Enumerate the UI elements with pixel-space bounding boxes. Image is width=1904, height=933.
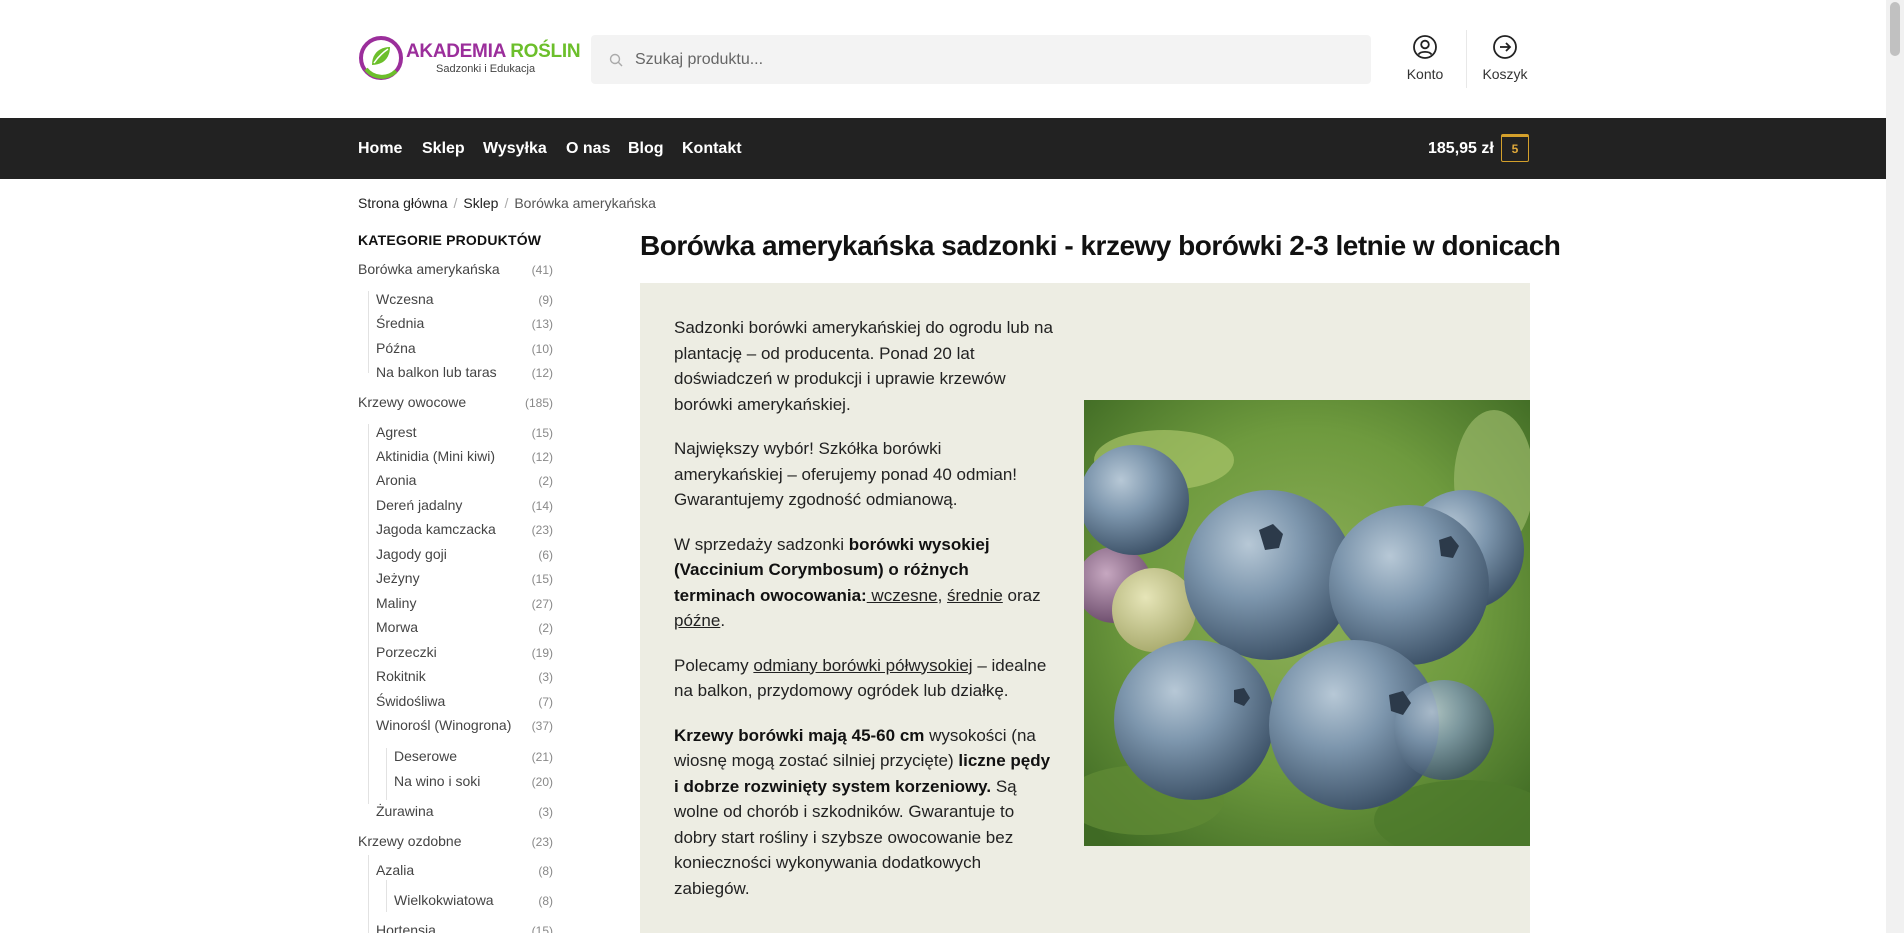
nav-blog[interactable]: Blog bbox=[628, 140, 664, 158]
account-label: Konto bbox=[1406, 66, 1444, 82]
site-logo[interactable]: AKADEMIA ROŚLIN Sadzonki i Edukacja bbox=[358, 32, 581, 84]
category-item[interactable]: Aronia (2) bbox=[358, 472, 553, 492]
breadcrumb-current: Borówka amerykańska bbox=[514, 195, 656, 211]
category-item[interactable]: Krzewy owocowe (185) bbox=[358, 394, 553, 414]
logo-subtitle: Sadzonki i Edukacja bbox=[436, 62, 536, 75]
logo-leaf-icon bbox=[359, 36, 403, 80]
description-text: Sadzonki borówki amerykańskiej do ogrodu… bbox=[674, 315, 1054, 920]
link-polwysokie[interactable]: odmiany borówki półwysokiej bbox=[753, 656, 972, 675]
category-item[interactable]: Agrest (15) bbox=[358, 424, 553, 444]
category-item[interactable]: Aktinidia (Mini kiwi) (12) bbox=[358, 448, 553, 468]
category-item[interactable]: Świdośliwa (7) bbox=[358, 693, 553, 713]
category-item[interactable]: Wielkokwiatowa (8) bbox=[358, 892, 553, 912]
breadcrumb-separator: / bbox=[453, 195, 458, 211]
scrollbar-thumb[interactable] bbox=[1890, 2, 1900, 56]
nav-wysylka[interactable]: Wysyłka bbox=[483, 140, 547, 158]
product-description: Sadzonki borówki amerykańskiej do ogrodu… bbox=[640, 283, 1530, 933]
description-paragraph: Największy wybór! Szkółka borówki ameryk… bbox=[674, 439, 1018, 509]
breadcrumb-separator: / bbox=[504, 195, 509, 211]
category-item[interactable]: Jagoda kamczacka (23) bbox=[358, 521, 553, 541]
main-navigation: Home Sklep Wysyłka O nas Blog Kontakt 18… bbox=[0, 118, 1886, 179]
header-divider bbox=[1466, 30, 1467, 88]
nav-o-nas[interactable]: O nas bbox=[566, 140, 610, 158]
nav-sklep[interactable]: Sklep bbox=[422, 140, 465, 158]
breadcrumb-home[interactable]: Strona główna bbox=[358, 195, 448, 211]
description-paragraph: Krzewy borówki mają 45-60 cm wysokości (… bbox=[674, 725, 1051, 898]
product-title: Borówka amerykańska sadzonki - krzewy bo… bbox=[640, 230, 1561, 261]
user-icon bbox=[1413, 35, 1437, 59]
search-input[interactable] bbox=[635, 50, 1335, 69]
category-item[interactable]: Borówka amerykańska (41) bbox=[358, 261, 553, 281]
nav-home[interactable]: Home bbox=[358, 140, 402, 158]
category-item[interactable]: Deserowe (21) bbox=[358, 748, 553, 768]
description-paragraph: Sadzonki borówki amerykańskiej do ogrodu… bbox=[674, 318, 1053, 414]
sidebar-title: KATEGORIE PRODUKTÓW bbox=[358, 232, 542, 248]
cart-count-badge[interactable]: 5 bbox=[1501, 134, 1529, 162]
search-icon bbox=[609, 53, 623, 66]
link-srednie[interactable]: średnie bbox=[947, 586, 1003, 605]
category-item[interactable]: Na wino i soki (20) bbox=[358, 773, 553, 793]
category-item[interactable]: Wczesna (9) bbox=[358, 291, 553, 311]
logo-title: AKADEMIA ROŚLIN bbox=[406, 40, 581, 62]
category-item[interactable]: Późna (10) bbox=[358, 340, 553, 360]
category-item[interactable]: Krzewy ozdobne (23) bbox=[358, 833, 553, 853]
site-header: AKADEMIA ROŚLIN Sadzonki i Edukacja Kont… bbox=[0, 0, 1886, 118]
cart-label: Koszyk bbox=[1482, 66, 1528, 82]
category-item[interactable]: Dereń jadalny (14) bbox=[358, 497, 553, 517]
category-item[interactable]: Rokitnik (3) bbox=[358, 668, 553, 688]
blueberries-image bbox=[1084, 400, 1530, 846]
category-item[interactable]: Porzeczki (19) bbox=[358, 644, 553, 664]
category-item[interactable]: Maliny (27) bbox=[358, 595, 553, 615]
account-link[interactable]: Konto bbox=[1390, 34, 1460, 82]
category-item[interactable]: Jeżyny (15) bbox=[358, 570, 553, 590]
category-item[interactable]: Średnia (13) bbox=[358, 315, 553, 335]
product-categories-sidebar: KATEGORIE PRODUKTÓW Borówka amerykańska(… bbox=[358, 232, 553, 933]
breadcrumb-shop[interactable]: Sklep bbox=[463, 195, 498, 211]
page-scrollbar[interactable] bbox=[1886, 0, 1904, 933]
category-item[interactable]: Na balkon lub taras (12) bbox=[358, 364, 553, 384]
cart-total[interactable]: 185,95 zł bbox=[1428, 140, 1494, 158]
cart-link[interactable]: Koszyk bbox=[1470, 34, 1540, 82]
link-wczesne[interactable]: wczesne bbox=[867, 586, 937, 605]
category-item[interactable]: Azalia (8) bbox=[358, 862, 553, 882]
category-item[interactable]: Hortensja (15) bbox=[358, 922, 553, 933]
category-item[interactable]: Jagody goji (6) bbox=[358, 546, 553, 566]
category-item[interactable]: Winorośl (Winogrona) (37) bbox=[358, 717, 553, 737]
category-item[interactable]: Morwa (2) bbox=[358, 619, 553, 639]
description-paragraph: Polecamy odmiany borówki półwysokiej – i… bbox=[674, 655, 1047, 701]
description-paragraph: W sprzedaży sadzonki borówki wysokiej (V… bbox=[674, 534, 1041, 631]
breadcrumb: Strona główna / Sklep / Borówka amerykańska bbox=[358, 195, 656, 211]
category-item[interactable]: Żurawina (3) bbox=[358, 803, 553, 823]
link-pozne[interactable]: późne bbox=[674, 611, 720, 630]
arrow-circle-right-icon bbox=[1493, 35, 1517, 59]
search-bar[interactable] bbox=[591, 35, 1371, 84]
nav-kontakt[interactable]: Kontakt bbox=[682, 140, 742, 158]
